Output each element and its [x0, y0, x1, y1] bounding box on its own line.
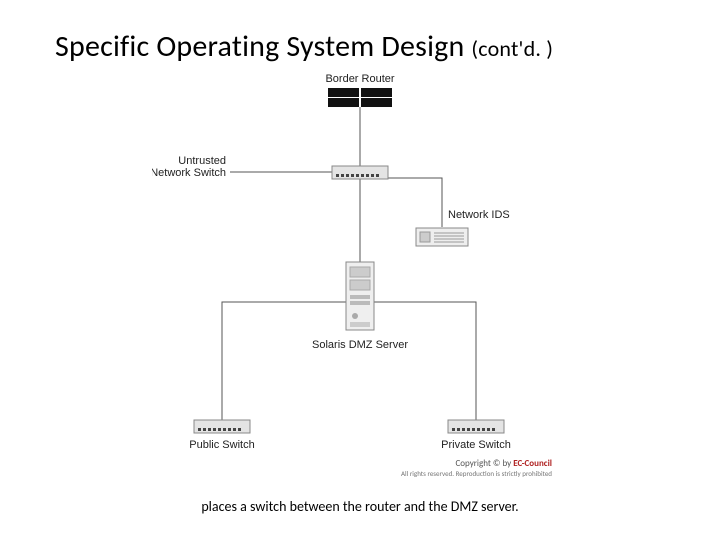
label-private-switch: Private Switch: [441, 439, 511, 451]
label-border-router: Border Router: [325, 73, 394, 85]
label-untrusted-switch-2: Network Switch: [152, 167, 226, 179]
public-switch-icon: [194, 420, 250, 433]
slide-caption: places a switch between the router and t…: [0, 498, 720, 515]
label-public-switch: Public Switch: [189, 439, 254, 451]
private-switch-icon: [448, 420, 504, 433]
slide-title: Specific Operating System Design (cont'd…: [55, 28, 553, 65]
copyright-line: Copyright © by EC-Council: [455, 458, 552, 469]
slide-title-main: Specific Operating System Design: [55, 28, 471, 65]
label-network-ids: Network IDS: [448, 209, 510, 221]
label-dmz-server: Solaris DMZ Server: [312, 339, 408, 351]
rights-line: All rights reserved. Reproduction is str…: [401, 469, 552, 478]
network-ids-icon: [416, 228, 468, 246]
untrusted-switch-icon: [332, 166, 388, 179]
network-diagram: Border Router Untrusted Network Switch N…: [152, 72, 568, 488]
dmz-server-icon: [346, 262, 374, 330]
label-untrusted-switch-1: Untrusted: [178, 155, 226, 167]
border-router-icon: [328, 88, 392, 107]
slide-title-suffix: (cont'd. ): [471, 35, 553, 62]
